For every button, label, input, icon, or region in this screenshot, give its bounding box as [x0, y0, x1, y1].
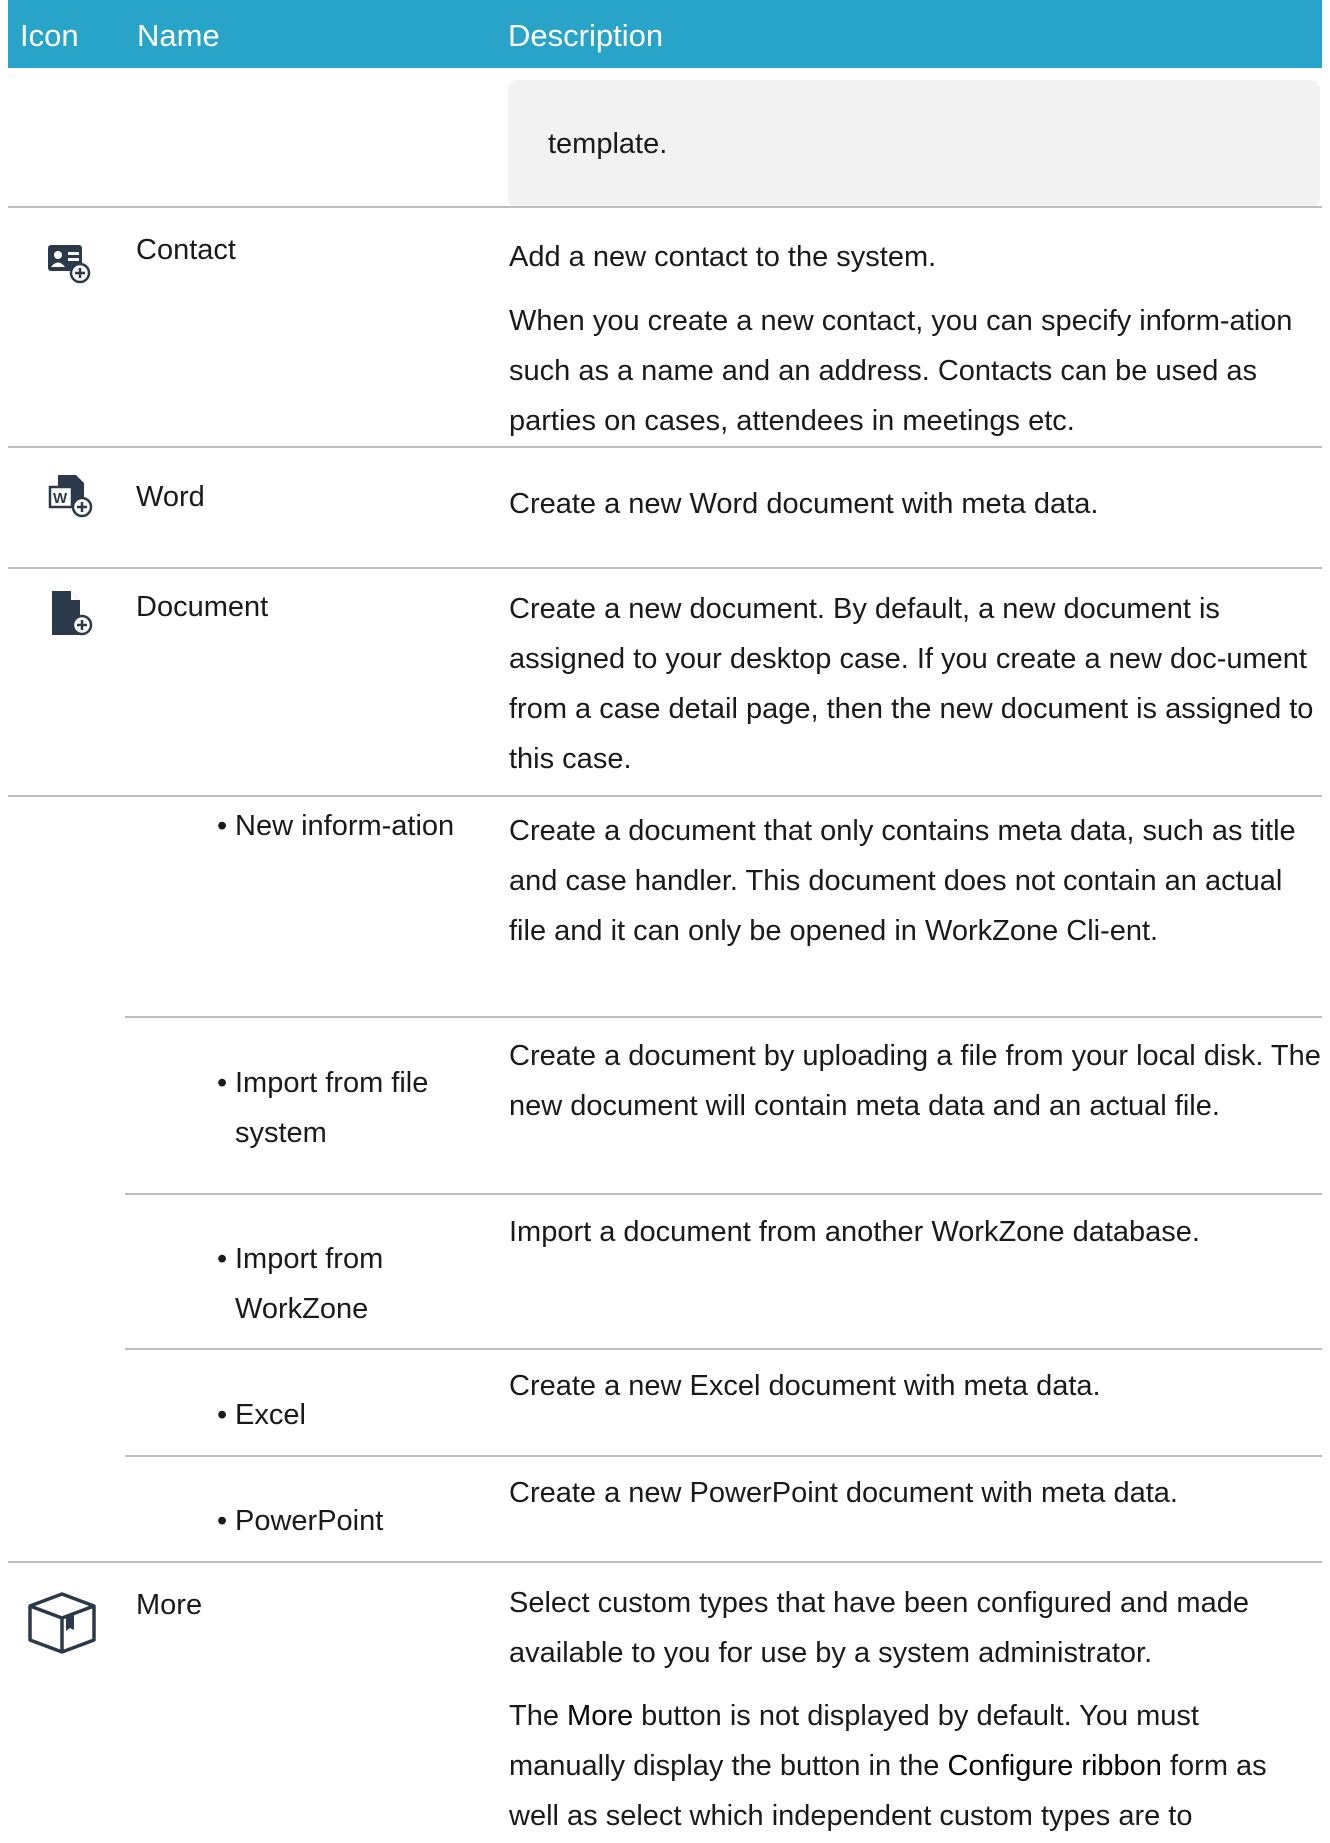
row-divider [125, 1348, 1322, 1350]
row-divider [8, 206, 1322, 208]
sub-item-label: Import from WorkZone [235, 1243, 384, 1325]
sub-item-label: Import from file system [235, 1067, 429, 1149]
row-desc-more-details: The More button is not displayed by defa… [509, 1700, 1267, 1832]
table-header: Icon Name Description [8, 0, 1322, 68]
sub-item-desc: Create a new Excel document with meta da… [509, 1370, 1101, 1402]
bullet: • [217, 1243, 228, 1275]
sub-item-label: PowerPoint [235, 1505, 384, 1537]
sub-item-new-information: • New inform-ation [217, 801, 485, 851]
sub-item-desc: Create a document by uploading a file fr… [509, 1040, 1321, 1122]
bullet: • [217, 1399, 228, 1431]
column-header-description: Description [508, 18, 664, 53]
document-add-icon [48, 589, 96, 644]
sub-item-label: New inform-ation [235, 810, 455, 842]
column-header-name: Name [137, 18, 220, 53]
sub-item-import-from-file-system: • Import from file system [217, 1058, 485, 1158]
row-desc-more: Select custom types that have been confi… [509, 1587, 1249, 1669]
row-name-word: Word [136, 481, 205, 513]
bullet: • [217, 1505, 228, 1537]
row-name-contact: Contact [136, 234, 236, 266]
sub-item-powerpoint: • PowerPoint [217, 1496, 485, 1546]
note-text: template. [548, 128, 668, 160]
column-header-icon: Icon [20, 18, 79, 53]
row-divider [8, 446, 1322, 448]
more-term: More [567, 1700, 634, 1732]
row-desc-contact-details: When you create a new contact, you can s… [509, 305, 1293, 437]
row-divider [125, 1455, 1322, 1457]
configure-ribbon-term: Configure ribbon [947, 1750, 1162, 1782]
row-divider [8, 1561, 1322, 1563]
package-box-icon [22, 1588, 102, 1661]
row-divider [125, 1016, 1322, 1018]
bullet: • [217, 1067, 228, 1099]
row-desc-contact: Add a new contact to the system. [509, 241, 937, 273]
note-box: template. [508, 80, 1320, 208]
sub-item-desc: Create a document that only contains met… [509, 815, 1296, 947]
row-divider [8, 567, 1322, 569]
sub-item-label: Excel [235, 1399, 306, 1431]
row-divider [8, 795, 1322, 797]
sub-item-desc: Import a document from another WorkZone … [509, 1216, 1200, 1248]
bullet: • [217, 810, 228, 842]
word-document-add-icon: W [48, 473, 96, 526]
sub-item-import-from-workzone: • Import from WorkZone [217, 1234, 485, 1334]
row-divider [125, 1193, 1322, 1195]
row-name-more: More [136, 1589, 203, 1621]
svg-text:W: W [53, 490, 68, 507]
sub-item-excel: • Excel [217, 1390, 485, 1440]
contact-card-add-icon [46, 241, 94, 292]
row-name-document: Document [136, 591, 269, 623]
row-desc-document: Create a new document. By default, a new… [509, 593, 1314, 775]
sub-item-desc: Create a new PowerPoint document with me… [509, 1477, 1178, 1509]
row-desc-word: Create a new Word document with meta dat… [509, 488, 1099, 520]
